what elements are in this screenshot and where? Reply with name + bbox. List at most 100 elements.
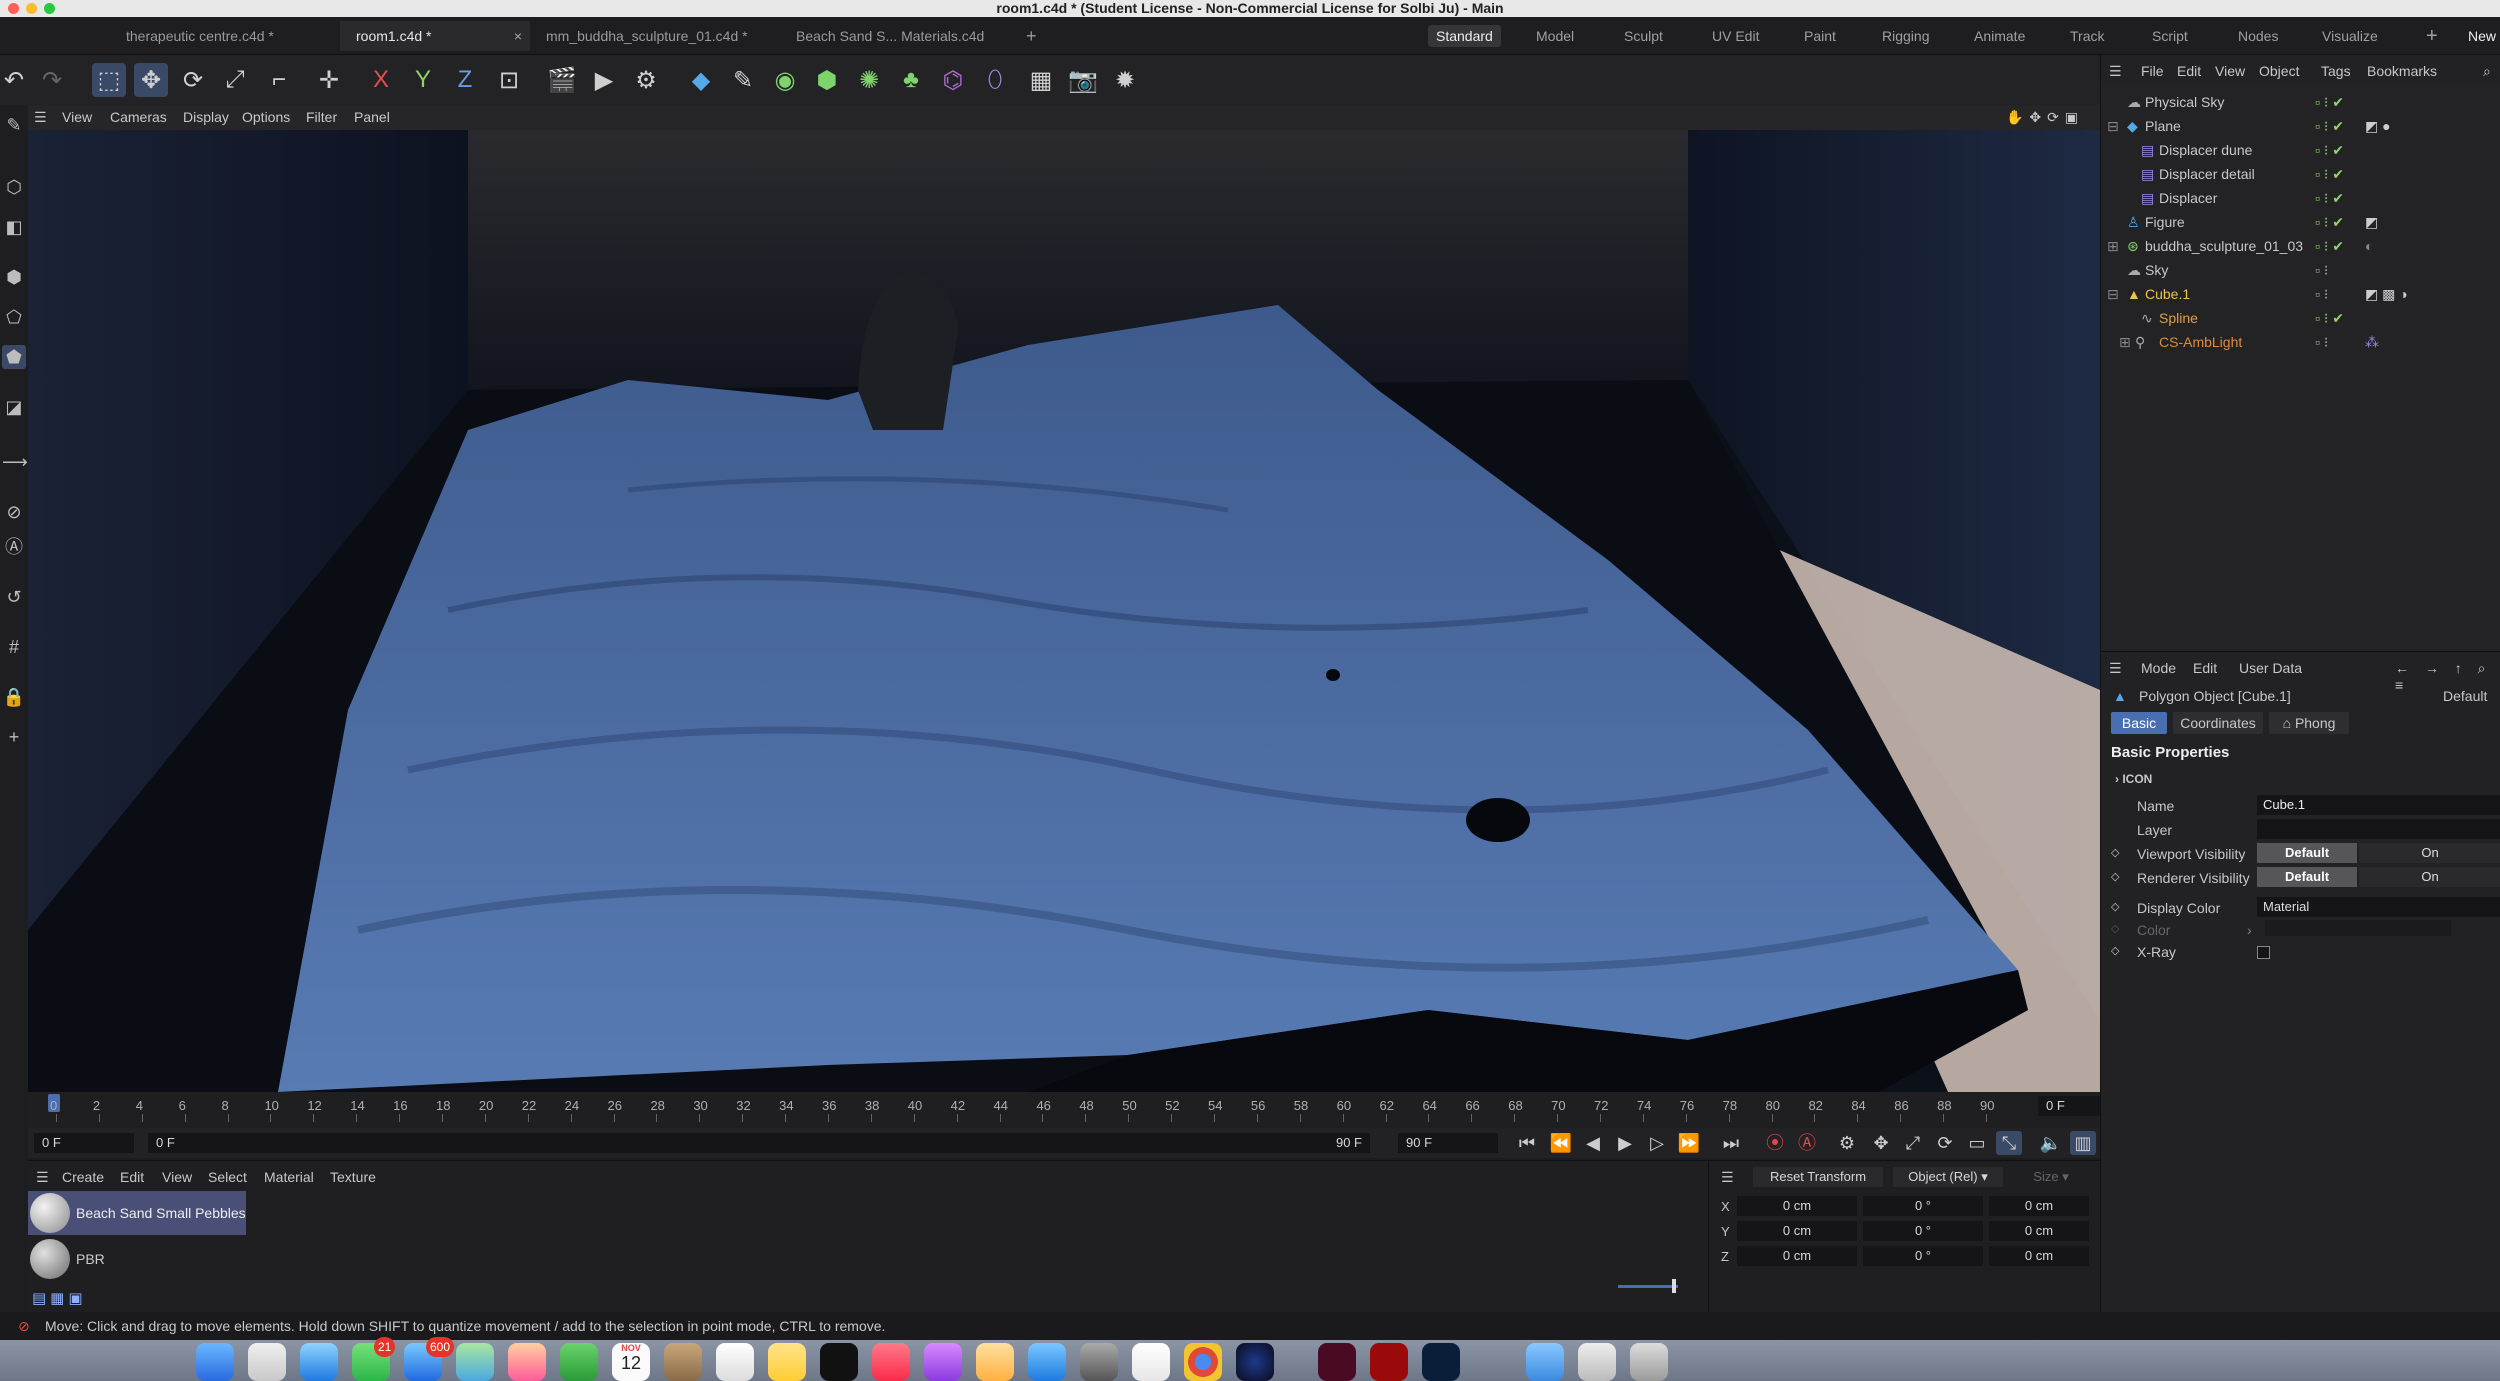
timeline-mode-icon[interactable]: ▥ — [2070, 1131, 2096, 1155]
enabled-check-icon[interactable]: ▫ ⁝ ✔ — [2315, 211, 2344, 234]
workspace-model[interactable]: Model — [1528, 25, 1582, 47]
acrobat-icon[interactable] — [1370, 1343, 1408, 1381]
enabled-check-icon[interactable]: ▫ ⁝ ✔ — [2315, 235, 2344, 258]
enabled-check-icon[interactable]: ▫ ⁝ ✔ — [2315, 115, 2344, 138]
keyframe-diamond-icon[interactable]: ◇ — [2111, 846, 2119, 859]
material-menu-create[interactable]: Create — [62, 1169, 104, 1185]
move-tool-icon[interactable]: ✥ — [134, 63, 168, 97]
podcasts-icon[interactable] — [924, 1343, 962, 1381]
workspace-sculpt[interactable]: Sculpt — [1616, 25, 1671, 47]
key-pla-icon[interactable]: ⤡ — [1996, 1131, 2022, 1155]
enabled-check-icon[interactable]: ▫ ⁝ ✔ — [2315, 307, 2344, 330]
next-frame-icon[interactable]: ▷ — [1644, 1131, 1670, 1155]
figure-tag-icon[interactable]: ◩ — [2365, 211, 2378, 234]
collapse-icon[interactable]: ⊟ — [2107, 283, 2119, 306]
doc-tab-buddha[interactable]: mm_buddha_sculpture_01.c4d * — [530, 21, 770, 51]
autokey-icon[interactable]: Ⓐ — [1794, 1131, 1820, 1155]
texture-mode-icon[interactable]: ◧ — [2, 215, 26, 239]
object-row-buddha[interactable]: ⊞ ⊛ buddha_sculpture_01_03 ▫ ⁝ ✔ ◐ — [2101, 235, 2500, 258]
color-swatch[interactable] — [2265, 920, 2451, 936]
cinema4d-icon[interactable] — [1236, 1343, 1274, 1381]
enabled-check-icon[interactable]: ▫ ⁝ ✔ — [2315, 163, 2344, 186]
object-row-displacer-dune[interactable]: ▤ Displacer dune ▫ ⁝ ✔ — [2101, 139, 2500, 162]
lock-x-axis-button[interactable]: X — [364, 63, 398, 97]
extrude-generator-icon[interactable]: ⬢ — [810, 63, 844, 97]
viewport-menu-cameras[interactable]: Cameras — [110, 109, 167, 125]
keyframe-diamond-icon[interactable]: ◇ — [2111, 870, 2119, 883]
plane-tags-icon[interactable]: ◩ ● — [2365, 115, 2391, 138]
display-color-select[interactable]: Material — [2257, 897, 2500, 917]
keyframe-diamond-icon[interactable]: ◇ — [2111, 900, 2119, 913]
keyframe-diamond-icon[interactable]: ◇ — [2111, 922, 2119, 935]
renderer-visibility-default-button[interactable]: Default — [2257, 867, 2357, 887]
camera-icon[interactable]: 📷 — [1066, 63, 1100, 97]
pen-mode-icon[interactable]: ✎ — [2, 113, 26, 137]
field-icon[interactable]: ⬯ — [978, 63, 1012, 97]
key-scale-icon[interactable]: ⤢ — [1900, 1131, 1926, 1155]
object-manager-menu-icon[interactable]: ☰ — [2109, 63, 2122, 80]
workplane-icon[interactable]: ↺ — [2, 585, 26, 609]
cloner-icon[interactable]: ✺ — [852, 63, 886, 97]
coordinate-menu-icon[interactable]: ☰ — [1721, 1169, 1734, 1186]
material-item-beach-sand[interactable]: Beach Sand Small Pebbles — [28, 1191, 246, 1235]
cube-object-icon[interactable]: ◆ — [684, 63, 718, 97]
tweak-mode-icon[interactable]: ⊘ — [2, 500, 26, 524]
indesign-icon[interactable] — [1318, 1343, 1356, 1381]
material-zoom-handle[interactable] — [1672, 1279, 1676, 1293]
calendar-icon[interactable]: NOV 12 — [612, 1343, 650, 1381]
downloads-folder-icon[interactable] — [1526, 1343, 1564, 1381]
renderer-visibility-on-button[interactable]: On — [2359, 867, 2500, 887]
messages-icon[interactable]: 21 — [352, 1337, 396, 1381]
spline-pen-icon[interactable]: ✎ — [726, 63, 760, 97]
deformer-icon[interactable]: ⌬ — [936, 63, 970, 97]
select-tool-icon[interactable]: ⬚ — [92, 63, 126, 97]
doc-tab-beach-sand[interactable]: Beach Sand S... Materials.c4d — [780, 21, 1000, 51]
preview-end-field[interactable]: 90 F — [1398, 1133, 1498, 1153]
sound-icon[interactable]: 🔈 — [2038, 1131, 2064, 1155]
tab-basic[interactable]: Basic — [2111, 712, 2167, 734]
undo-icon[interactable]: ↶ — [0, 63, 28, 97]
object-row-physical-sky[interactable]: ☁ Physical Sky ▫ ⁝ ✔ — [2101, 91, 2500, 114]
color-expand-icon[interactable]: › — [2247, 922, 2252, 938]
size-mode-select[interactable]: Size ▾ — [2011, 1167, 2091, 1187]
material-menu-material[interactable]: Material — [264, 1169, 314, 1185]
cube-tags-icon[interactable]: ◩ ▩ ◑ — [2365, 283, 2408, 306]
viewport-visibility-on-button[interactable]: On — [2359, 843, 2500, 863]
material-tag-icon[interactable]: ◐ — [2365, 235, 2373, 258]
am-menu-user-data[interactable]: User Data — [2239, 660, 2302, 676]
am-default-label[interactable]: Default — [2443, 688, 2487, 704]
go-to-end-icon[interactable]: ⏭ — [1718, 1131, 1744, 1155]
doc-tab-therapeutic[interactable]: therapeutic centre.c4d * — [110, 21, 310, 51]
photos-icon[interactable] — [508, 1343, 546, 1381]
apple-tv-icon[interactable] — [820, 1343, 858, 1381]
transform-tool-icon[interactable]: ⌐ — [262, 63, 296, 97]
system-settings-icon[interactable] — [1080, 1343, 1118, 1381]
next-key-icon[interactable]: ⏩ — [1676, 1131, 1702, 1155]
object-row-displacer[interactable]: ▤ Displacer ▫ ⁝ ✔ — [2101, 187, 2500, 210]
om-menu-tags[interactable]: Tags — [2321, 63, 2351, 79]
floor-grid-icon[interactable]: ▦ — [1024, 63, 1058, 97]
icon-group-toggle[interactable]: › ICON — [2115, 772, 2152, 786]
world-coordinates-icon[interactable]: ⊡ — [492, 63, 526, 97]
material-menu-edit[interactable]: Edit — [120, 1169, 144, 1185]
workspace-rigging[interactable]: Rigging — [1874, 25, 1937, 47]
app-store-icon[interactable] — [1028, 1343, 1066, 1381]
material-view-mode-icons[interactable]: ▤▦▣ — [32, 1289, 87, 1307]
position-z-field[interactable]: 0 cm — [1737, 1246, 1857, 1266]
contacts-icon[interactable] — [664, 1343, 702, 1381]
play-icon[interactable]: ▶ — [1612, 1131, 1638, 1155]
viewport-menu-filter[interactable]: Filter — [306, 109, 337, 125]
workspace-paint[interactable]: Paint — [1796, 25, 1844, 47]
coordinate-mode-select[interactable]: Object (Rel) ▾ — [1893, 1167, 2003, 1187]
material-menu-texture[interactable]: Texture — [330, 1169, 376, 1185]
slack-icon[interactable] — [1132, 1343, 1170, 1381]
visibility-dots-icon[interactable]: ▫ ⁝ — [2315, 259, 2328, 282]
render-settings-icon[interactable]: ⚙ — [629, 63, 663, 97]
key-rotation-icon[interactable]: ⟳ — [1932, 1131, 1958, 1155]
render-view-icon[interactable]: 🎬 — [545, 63, 579, 97]
grid-snap-icon[interactable]: # — [2, 635, 26, 659]
axis-mode-icon[interactable]: ⟶ — [2, 450, 28, 474]
om-menu-view[interactable]: View — [2215, 63, 2245, 79]
workspace-standard[interactable]: Standard — [1428, 25, 1501, 47]
reminders-icon[interactable] — [716, 1343, 754, 1381]
